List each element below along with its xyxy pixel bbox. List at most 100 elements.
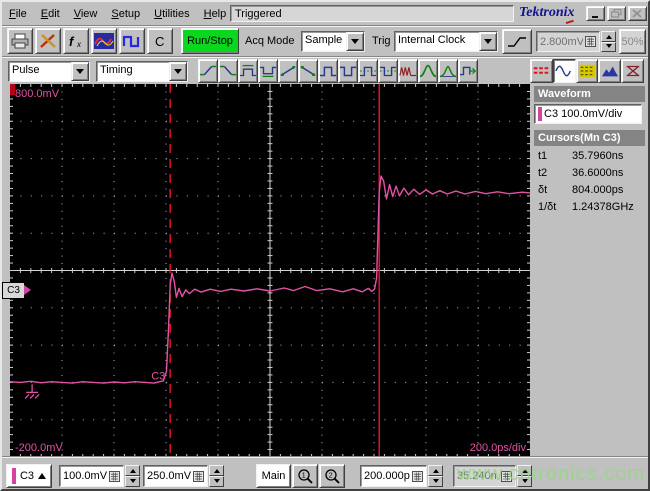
keypad-icon[interactable] xyxy=(412,470,423,482)
spin-up-icon[interactable] xyxy=(517,465,532,476)
measure-subcategory-value: Timing xyxy=(100,64,133,76)
sine-wave-button[interactable] xyxy=(552,59,576,83)
zoom-1-button[interactable]: 1 xyxy=(292,464,318,488)
horizontal-scale-spinner[interactable] xyxy=(428,465,443,487)
pulse-mode-button[interactable] xyxy=(119,28,145,54)
delay-icon xyxy=(459,63,477,79)
channel-c3-marker-label: C3 xyxy=(7,284,20,296)
c-mode-button[interactable]: C xyxy=(147,28,173,54)
acq-mode-label: Acq Mode xyxy=(245,35,295,47)
burst-button[interactable] xyxy=(398,59,418,83)
neg-pulse-button[interactable] xyxy=(338,59,358,83)
neg-width-button[interactable] xyxy=(258,59,278,83)
trig-level-value: 2.800mV xyxy=(540,35,583,48)
pos-width-button[interactable] xyxy=(238,59,258,83)
menu-help[interactable]: Help xyxy=(197,6,234,22)
waveform-display[interactable]: 800.0mV -200.0mV 200.0ps/div C3 xyxy=(10,84,530,457)
channel-color-swatch xyxy=(538,107,542,121)
measurement-toolbar: Pulse Timing xyxy=(2,58,648,85)
vertical-offset-spinner[interactable] xyxy=(209,465,224,487)
acq-mode-select[interactable]: Sample xyxy=(301,31,365,52)
spin-down-icon[interactable] xyxy=(125,476,140,487)
vertical-scale-field[interactable]: 100.0mV/ xyxy=(59,465,124,487)
spin-down-icon[interactable] xyxy=(601,41,616,52)
pos-pulse-button[interactable] xyxy=(318,59,338,83)
neg-width-icon xyxy=(259,63,277,79)
spin-up-icon[interactable] xyxy=(428,465,443,476)
minimize-button[interactable] xyxy=(586,6,605,21)
spin-up-icon[interactable] xyxy=(601,31,616,42)
spin-down-icon[interactable] xyxy=(428,476,443,487)
rise-time-button[interactable] xyxy=(198,59,218,83)
vertical-scale-spinner[interactable] xyxy=(125,465,140,487)
measure-category-select[interactable]: Pulse xyxy=(8,61,90,82)
neg-peak-button[interactable] xyxy=(438,59,458,83)
histogram-triangle-icon xyxy=(601,63,619,79)
pos-peak-button[interactable] xyxy=(418,59,438,83)
svg-text:2: 2 xyxy=(328,472,332,479)
trig-50pct-button[interactable]: 50% xyxy=(619,29,646,54)
timebase-label: 200.0ps/div xyxy=(470,442,527,454)
keypad-icon[interactable] xyxy=(501,470,512,482)
cursors-button[interactable] xyxy=(530,59,553,83)
vertical-offset-field[interactable]: 250.0mV xyxy=(143,465,208,487)
horizontal-position-spinner[interactable] xyxy=(517,465,532,487)
readout-row-inv-dt: 1/δt 1.24378GHz xyxy=(538,201,634,213)
histogram-grid-button[interactable] xyxy=(575,59,599,83)
spin-down-icon[interactable] xyxy=(517,476,532,487)
channel-color-swatch xyxy=(11,468,16,484)
pos-pulse-icon xyxy=(319,63,337,79)
histogram-triangle-button[interactable] xyxy=(598,59,622,83)
menu-file[interactable]: File xyxy=(2,6,34,22)
spin-up-icon[interactable] xyxy=(209,465,224,476)
spin-up-icon[interactable] xyxy=(125,465,140,476)
pos-width-icon xyxy=(239,63,257,79)
horizontal-position-value: 35.240n xyxy=(457,470,497,482)
tools-button[interactable] xyxy=(35,28,61,54)
waveform-button[interactable] xyxy=(91,28,117,54)
keypad-icon[interactable] xyxy=(193,470,204,482)
neg-pulse-mid-button[interactable] xyxy=(378,59,398,83)
delay-button[interactable] xyxy=(458,59,478,83)
trig-level-field[interactable]: 2.800mV xyxy=(536,31,600,52)
restore-button[interactable] xyxy=(607,6,626,21)
timebase-main-button[interactable]: Main xyxy=(256,464,291,488)
rising-edge-icon xyxy=(508,36,526,47)
keypad-icon[interactable] xyxy=(109,470,120,482)
top-voltage-label: 800.0mV xyxy=(15,88,60,100)
waveform-panel-header: Waveform xyxy=(534,86,645,102)
channel-c3-marker[interactable]: C3 xyxy=(2,281,31,299)
function-button[interactable]: fx xyxy=(63,28,89,54)
spin-down-icon[interactable] xyxy=(209,476,224,487)
menu-edit[interactable]: Edit xyxy=(34,6,67,22)
chevron-down-icon[interactable] xyxy=(169,62,187,81)
fall-slope-button[interactable] xyxy=(298,59,318,83)
printer-button[interactable] xyxy=(7,28,33,54)
channel-select-button[interactable]: C3 xyxy=(6,464,52,488)
chevron-down-icon[interactable] xyxy=(479,32,497,51)
horizontal-scale-value: 200.000ps xyxy=(364,470,410,482)
menu-setup[interactable]: Setup xyxy=(104,6,147,22)
trig-slope-button[interactable] xyxy=(502,29,532,54)
channel-arrow-icon xyxy=(24,284,36,295)
rise-slope-button[interactable] xyxy=(278,59,298,83)
horizontal-position-field[interactable]: 35.240n xyxy=(453,465,516,487)
trig-source-select[interactable]: Internal Clock xyxy=(394,31,498,52)
menu-utilities[interactable]: Utilities xyxy=(147,6,196,22)
run-stop-button[interactable]: Run/Stop xyxy=(181,28,239,54)
chevron-down-icon[interactable] xyxy=(346,32,364,51)
fall-time-button[interactable] xyxy=(218,59,238,83)
keypad-icon[interactable] xyxy=(585,36,596,47)
horizontal-scale-field[interactable]: 200.000ps xyxy=(360,465,427,487)
trig-level-spinner[interactable] xyxy=(601,31,616,52)
measure-subcategory-select[interactable]: Timing xyxy=(96,61,188,82)
eye-diagram-button[interactable] xyxy=(621,59,644,83)
close-button[interactable] xyxy=(628,6,647,21)
menu-view[interactable]: View xyxy=(67,6,105,22)
channel-scale-text: C3 100.0mV/div xyxy=(544,108,623,120)
channel-select-label: C3 xyxy=(19,470,35,482)
pos-pulse-mid-button[interactable] xyxy=(358,59,378,83)
channel-scale-readout[interactable]: C3 100.0mV/div xyxy=(534,104,642,124)
chevron-down-icon[interactable] xyxy=(71,62,89,81)
zoom-2-button[interactable]: 2 xyxy=(319,464,345,488)
